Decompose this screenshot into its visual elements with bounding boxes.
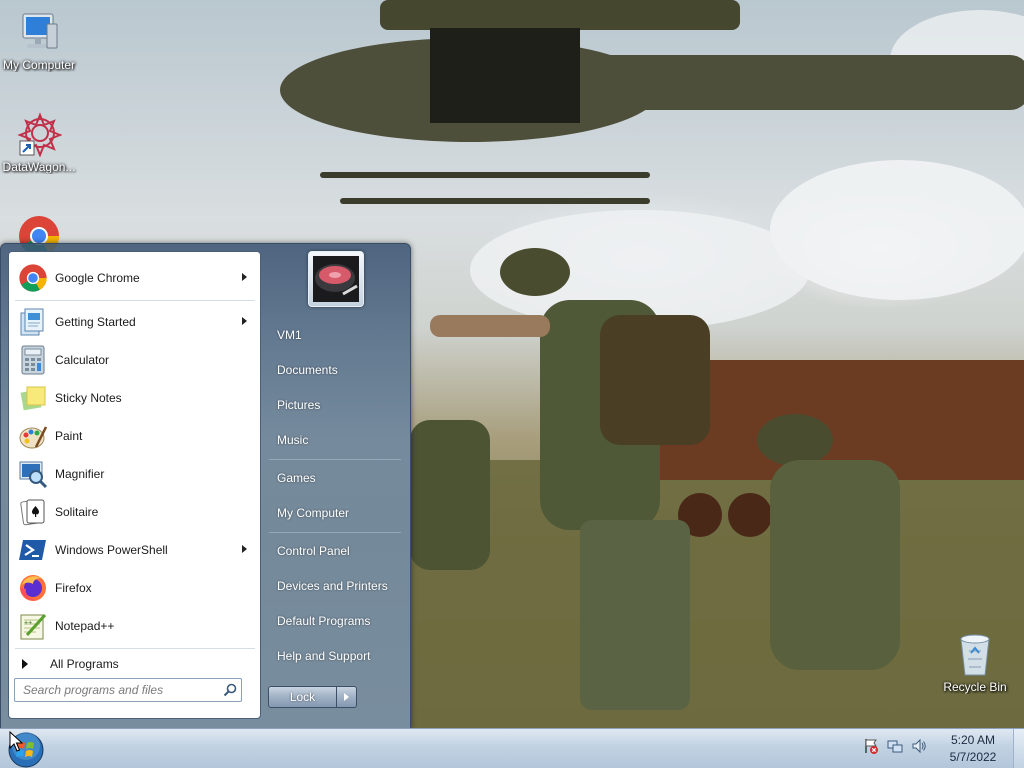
turntable-icon [313,256,359,302]
all-programs-label: All Programs [50,657,119,671]
separator [15,300,255,301]
desktop-icon-datawagon[interactable]: DataWagon... [0,110,78,174]
separator [269,532,401,533]
separator [15,648,255,649]
chevron-right-icon [344,693,349,701]
powershell-icon [17,534,49,566]
volume-icon[interactable] [910,737,928,755]
chrome-icon [17,262,49,294]
start-search-box[interactable] [14,678,242,702]
start-menu: Google Chrome Getting Started Calculator… [0,243,411,729]
program-item-notepad-plus-plus[interactable]: ++ Notepad++ [13,608,257,644]
program-item-label: Paint [55,429,83,443]
program-item-paint[interactable]: Paint [13,418,257,454]
start-link-label: VM1 [277,328,302,342]
search-icon[interactable] [219,679,241,701]
notepadpp-icon: ++ [17,610,49,642]
submenu-arrow-icon[interactable] [242,273,247,281]
shutdown-options-button[interactable] [336,686,357,708]
svg-text:++: ++ [24,620,32,627]
magnifier-icon [17,458,49,490]
start-link-label: Documents [277,363,338,377]
program-item-label: Firefox [55,581,92,595]
start-link-label: Help and Support [277,649,371,663]
program-item-label: Notepad++ [55,619,115,633]
desktop-icon-my-computer[interactable]: My Computer [0,8,78,72]
program-item-google-chrome[interactable]: Google Chrome [13,260,257,296]
paint-icon [17,420,49,452]
program-item-label: Google Chrome [55,271,140,285]
show-desktop-button[interactable] [1013,729,1024,768]
start-menu-programs-pane: Google Chrome Getting Started Calculator… [8,251,261,719]
program-item-firefox[interactable]: Firefox [13,570,257,606]
start-link-control-panel[interactable]: Control Panel [264,537,404,565]
taskbar: 5:20 AM 5/7/2022 [0,728,1024,768]
start-link-label: Devices and Printers [277,579,388,593]
start-link-pictures[interactable]: Pictures [264,391,404,419]
program-item-magnifier[interactable]: Magnifier [13,456,257,492]
lock-button[interactable]: Lock [268,686,337,708]
start-link-label: My Computer [277,506,350,520]
start-link-label: Pictures [277,398,321,412]
clock-time: 5:20 AM [950,733,996,747]
network-icon[interactable] [886,737,904,755]
clock[interactable]: 5:20 AM 5/7/2022 [942,732,1004,766]
program-item-label: Getting Started [55,315,136,329]
getting-started-icon [17,306,49,338]
program-item-label: Magnifier [55,467,105,481]
search-input[interactable] [15,680,219,700]
start-link-help-and-support[interactable]: Help and Support [264,642,404,670]
start-link-documents[interactable]: Documents [264,356,404,384]
desktop-icon-label: DataWagon... [2,160,76,174]
user-account-picture[interactable] [308,251,364,307]
lock-button-label: Lock [289,690,316,704]
start-link-vm1[interactable]: VM1 [264,321,404,349]
program-item-windows-powershell[interactable]: Windows PowerShell [13,532,257,568]
program-item-label: Windows PowerShell [55,543,168,557]
program-item-sticky-notes[interactable]: Sticky Notes [13,380,257,416]
all-programs-button[interactable]: All Programs [15,652,257,676]
start-link-label: Music [277,433,309,447]
program-item-getting-started[interactable]: Getting Started [13,304,257,340]
separator [269,459,401,460]
clock-date: 5/7/2022 [949,750,997,764]
datawagon-icon [15,110,63,158]
desktop-icon-recycle-bin[interactable]: Recycle Bin [936,630,1014,694]
start-link-default-programs[interactable]: Default Programs [264,607,404,635]
system-tray [862,737,928,755]
solitaire-icon [17,496,49,528]
program-item-label: Sticky Notes [55,391,122,405]
submenu-arrow-icon[interactable] [242,545,247,553]
submenu-arrow-icon[interactable] [242,317,247,325]
mouse-cursor-icon [9,731,23,752]
computer-icon [15,8,63,56]
program-item-calculator[interactable]: Calculator [13,342,257,378]
expand-arrow-icon [22,659,28,669]
calculator-icon [17,344,49,376]
start-link-label: Default Programs [277,614,371,628]
start-link-devices-and-printers[interactable]: Devices and Printers [264,572,404,600]
start-link-label: Control Panel [277,544,350,558]
start-link-label: Games [277,471,316,485]
start-link-music[interactable]: Music [264,426,404,454]
start-link-games[interactable]: Games [264,464,404,492]
desktop-icon-label: My Computer [2,58,76,72]
program-item-label: Calculator [55,353,110,367]
program-item-label: Solitaire [55,505,99,519]
desktop-icon-label: Recycle Bin [943,680,1007,694]
start-link-my-computer[interactable]: My Computer [264,499,404,527]
recycle-bin-icon [951,630,999,678]
firefox-icon [17,572,49,604]
sticky-notes-icon [17,382,49,414]
action-center-icon[interactable] [862,737,880,755]
program-item-solitaire[interactable]: Solitaire [13,494,257,530]
